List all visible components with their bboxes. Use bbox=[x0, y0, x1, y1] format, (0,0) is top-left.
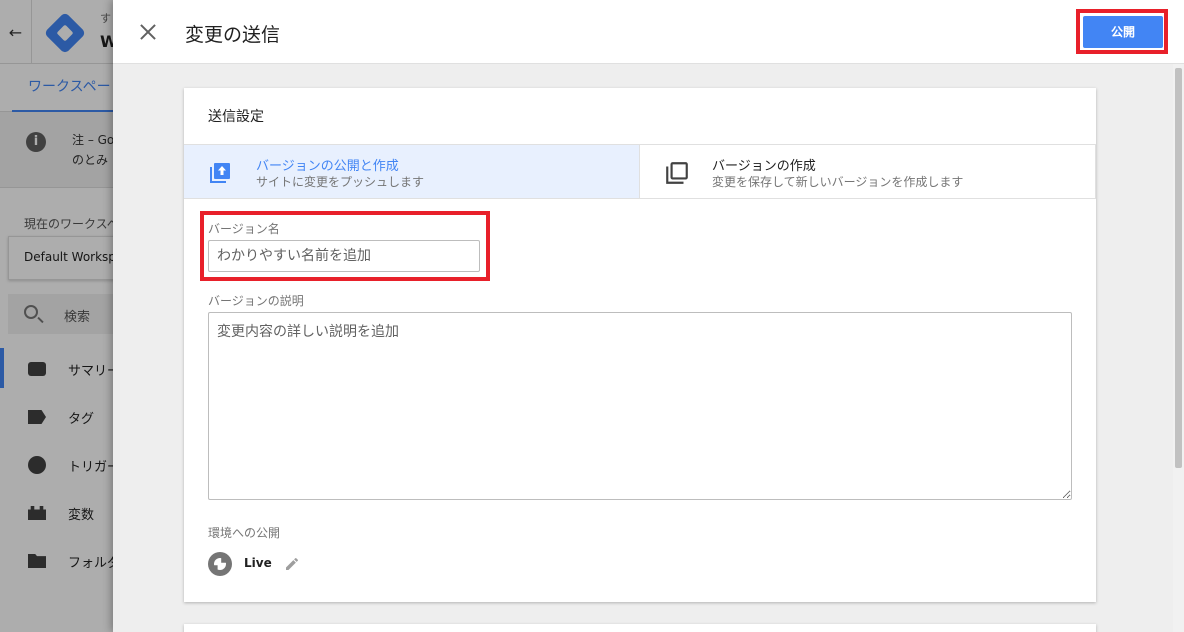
environment-name: Live bbox=[244, 556, 272, 570]
option-publish-and-create[interactable]: バージョンの公開と作成 サイトに変更をプッシュします bbox=[184, 144, 640, 199]
publish-button[interactable]: 公開 bbox=[1083, 16, 1163, 48]
copy-icon bbox=[666, 162, 688, 184]
option-title: バージョンの作成 bbox=[712, 159, 816, 174]
submission-settings-card: 送信設定 バージョンの公開と作成 サイトに変更をプッシュします バージョンの作成… bbox=[184, 88, 1096, 602]
option-title: バージョンの公開と作成 bbox=[256, 159, 399, 174]
option-subtitle: 変更を保存して新しいバージョンを作成します bbox=[712, 175, 964, 189]
card-title: 送信設定 bbox=[208, 109, 264, 125]
close-icon[interactable] bbox=[135, 19, 161, 45]
environment-label: 環境への公開 bbox=[208, 526, 281, 540]
version-description-label: バージョンの説明 bbox=[208, 294, 304, 308]
option-subtitle: サイトに変更をプッシュします bbox=[256, 175, 425, 189]
scrollbar-thumb[interactable] bbox=[1175, 68, 1182, 468]
option-create-version[interactable]: バージョンの作成 変更を保存して新しいバージョンを作成します bbox=[640, 144, 1096, 199]
publish-upload-icon bbox=[210, 163, 230, 183]
pencil-icon[interactable] bbox=[284, 556, 300, 572]
panel-scrollbar[interactable] bbox=[1173, 64, 1184, 632]
next-card-edge bbox=[184, 624, 1096, 632]
version-name-label: バージョン名 bbox=[208, 222, 280, 236]
panel-header: 変更の送信 公開 bbox=[113, 0, 1184, 64]
globe-icon bbox=[208, 552, 232, 576]
version-description-input[interactable] bbox=[208, 312, 1072, 500]
page-title: 変更の送信 bbox=[185, 24, 281, 46]
version-name-input[interactable] bbox=[208, 240, 480, 272]
submit-changes-panel: 変更の送信 公開 送信設定 バージョンの公開と作成 サイトに変更をプッシュします… bbox=[113, 0, 1184, 632]
